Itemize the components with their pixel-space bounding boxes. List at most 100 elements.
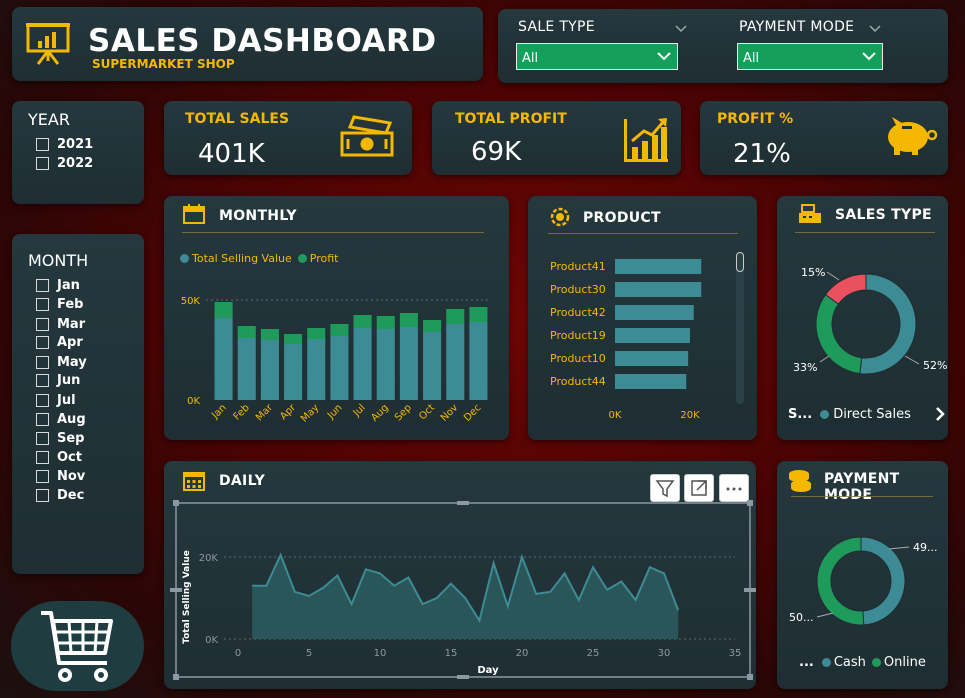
kpi-value: 21% [733, 139, 791, 169]
y-tick-label: Product42 [550, 306, 606, 319]
filter-button[interactable] [650, 474, 680, 502]
pie-slice [824, 273, 867, 305]
month-option[interactable]: Feb [36, 296, 83, 312]
legend-title: ... [799, 655, 814, 670]
bar-profit [399, 313, 418, 327]
bar-total-selling-value [446, 324, 465, 400]
resize-handle [744, 588, 756, 592]
product-bar-chart: Product41 Product30 Product42 Product19 Prod… [550, 259, 702, 421]
checkbox[interactable] [36, 278, 49, 292]
month-option[interactable]: Jan [36, 277, 80, 293]
x-tick-label: Aug [369, 402, 391, 424]
month-option[interactable]: Apr [36, 334, 83, 350]
x-tick-label: 15 [445, 648, 458, 659]
filter-icon [655, 480, 675, 498]
resize-handle [747, 674, 753, 680]
bar-profit [260, 329, 279, 340]
month-option[interactable]: Nov [36, 468, 85, 484]
bar-profit [376, 316, 395, 329]
y-tick-label: 20K [199, 553, 219, 564]
y-tick-label: Product19 [550, 329, 606, 342]
profit-percent-card: PROFIT % 21% [700, 101, 948, 175]
divider [182, 232, 484, 233]
more-options-button[interactable] [719, 474, 749, 502]
checkbox[interactable] [36, 373, 49, 387]
legend-item: Online [883, 655, 926, 670]
sale-type-dropdown[interactable]: All [516, 43, 678, 70]
month-option[interactable]: Oct [36, 449, 82, 465]
y-tick-label: 50K [181, 296, 201, 307]
focus-mode-button[interactable] [684, 474, 714, 502]
y-tick-label: Product44 [550, 375, 606, 388]
kpi-value: 401K [198, 139, 265, 169]
cash-register-icon [799, 204, 821, 223]
checkbox[interactable] [36, 393, 49, 407]
month-option[interactable]: Jul [36, 392, 76, 408]
bar-total-selling-value [307, 339, 326, 400]
checkbox[interactable] [36, 450, 49, 464]
product-chart-card: PRODUCT Product41 Product30 Product42 Produ… [528, 196, 757, 440]
checkbox[interactable] [36, 317, 49, 331]
leader-line [888, 546, 910, 550]
scrollbar[interactable] [736, 252, 744, 404]
sale-type-value: All [522, 51, 539, 66]
checkbox[interactable] [36, 355, 49, 369]
legend-swatch [820, 410, 830, 419]
chevron-down-icon[interactable] [868, 23, 882, 33]
x-tick-label: Apr [278, 402, 299, 423]
month-option[interactable]: May [36, 354, 87, 370]
checkbox[interactable] [36, 297, 49, 311]
x-tick-label: Jan [209, 402, 228, 421]
monthly-chart-card: MONTHLY Total Selling Value Profit 50K 0K… [164, 196, 509, 440]
data-label: 50... [789, 611, 814, 624]
shopping-cart-icon [11, 601, 144, 691]
chevron-right-icon[interactable] [935, 406, 945, 422]
slicer-panel: SALE TYPE All PAYMENT MODE All [498, 9, 948, 83]
bar-total-selling-value [284, 344, 303, 400]
bar-profit [423, 320, 442, 332]
x-tick-label: 20K [680, 410, 700, 421]
divider [548, 233, 738, 234]
chevron-down-icon[interactable] [674, 23, 688, 33]
checkbox[interactable] [36, 488, 49, 502]
chart-legend: ... Cash Online [799, 655, 926, 670]
x-tick-label: 0 [235, 648, 241, 659]
checkbox[interactable] [36, 137, 49, 151]
y-tick-label: 0K [205, 635, 218, 646]
payment-mode-label: PAYMENT MODE [739, 19, 855, 35]
year-option[interactable]: 2021 [36, 136, 93, 152]
checkbox[interactable] [36, 412, 49, 426]
year-option[interactable]: 2022 [36, 155, 93, 171]
data-label: 15% [801, 266, 825, 279]
month-option[interactable]: Sep [36, 430, 85, 446]
product-gear-icon [550, 207, 570, 227]
resize-handle [457, 501, 469, 505]
month-option[interactable]: Jun [36, 372, 80, 388]
money-icon [340, 115, 394, 157]
x-tick-label: Oct [417, 402, 437, 422]
expand-icon [691, 480, 707, 496]
month-option[interactable]: Aug [36, 411, 86, 427]
x-tick-label: Nov [439, 402, 461, 424]
checkbox[interactable] [36, 431, 49, 445]
kpi-title: PROFIT % [717, 111, 794, 127]
payment-mode-dropdown[interactable]: All [737, 43, 883, 70]
data-label: 49... [913, 541, 938, 554]
x-tick-label: 5 [306, 648, 312, 659]
coins-icon [789, 470, 811, 492]
bar-total-selling-value [260, 340, 279, 400]
bar-total-selling-value [376, 329, 395, 400]
checkbox[interactable] [36, 469, 49, 483]
checkbox[interactable] [36, 335, 49, 349]
divider [791, 496, 933, 497]
scrollbar-thumb[interactable] [736, 252, 744, 272]
bar-profit [237, 326, 256, 338]
month-option[interactable]: Mar [36, 316, 85, 332]
bar-total-selling-value [469, 322, 488, 400]
y-tick-label: Product30 [550, 283, 606, 296]
pie-slice [816, 536, 865, 626]
product-bar [615, 282, 702, 297]
resize-handle [457, 675, 469, 679]
checkbox[interactable] [36, 156, 49, 170]
month-option[interactable]: Dec [36, 487, 84, 503]
